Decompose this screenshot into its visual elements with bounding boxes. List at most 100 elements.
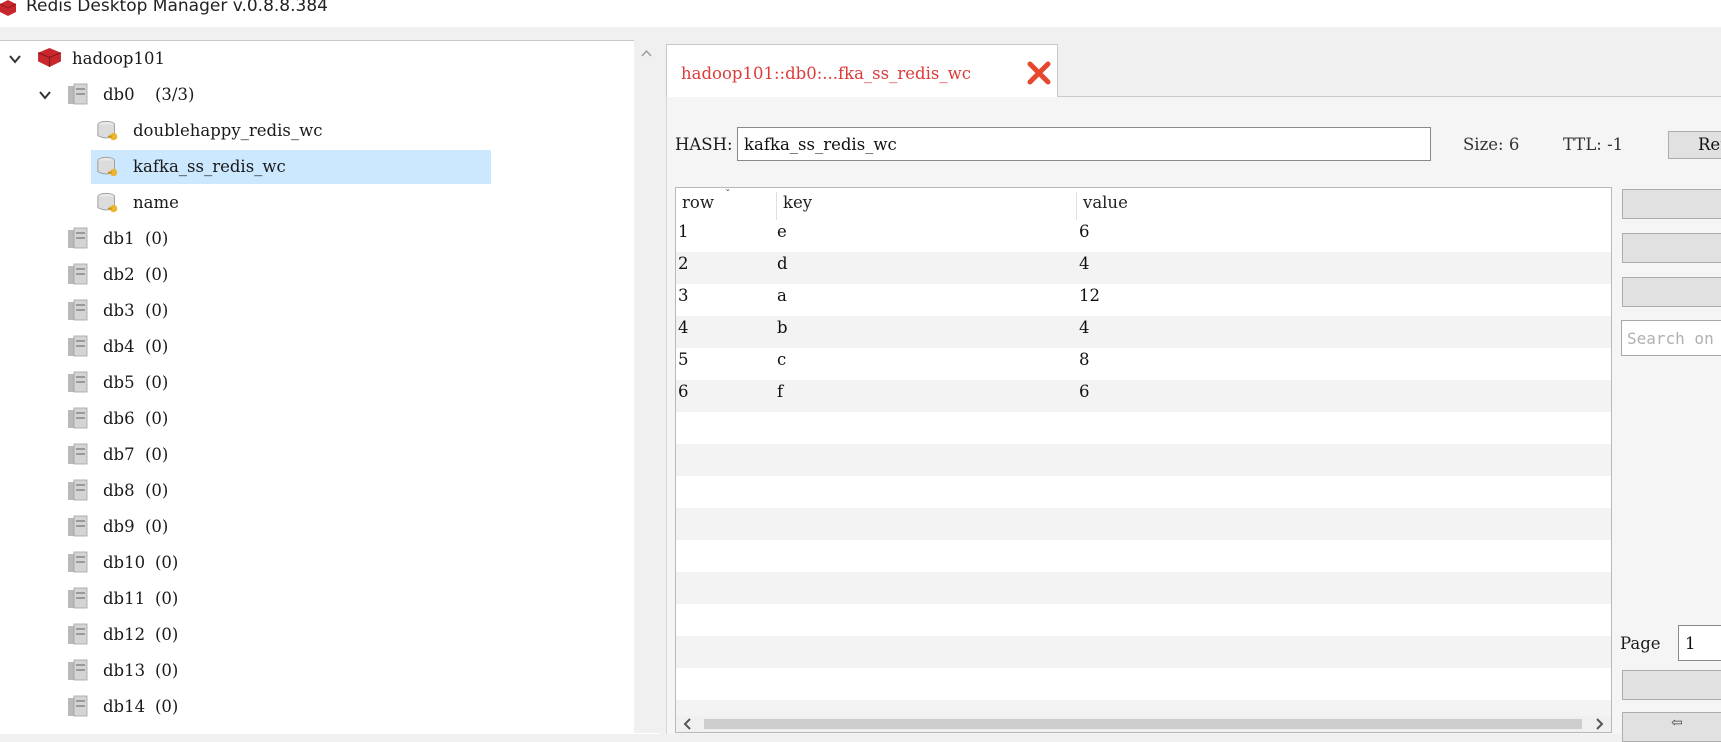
db-name: db8 xyxy=(103,481,135,500)
close-icon[interactable] xyxy=(1025,59,1053,87)
empty-table-row xyxy=(676,636,1611,668)
db-count: (0) xyxy=(145,481,169,500)
database-icon xyxy=(68,335,88,357)
table-horizontal-scrollbar[interactable] xyxy=(676,716,1611,732)
cell-value: 6 xyxy=(1079,382,1090,401)
tree-item-db11[interactable]: db11 (0) xyxy=(0,582,634,616)
tree-item-db12[interactable]: db12 (0) xyxy=(0,618,634,652)
page-field[interactable] xyxy=(1678,625,1721,661)
tree-item-connection[interactable]: hadoop101 xyxy=(0,42,634,76)
key-icon xyxy=(97,156,118,177)
database-icon xyxy=(68,407,88,429)
cell-row: 2 xyxy=(678,254,689,273)
table-row[interactable]: 6 f 6 xyxy=(676,380,1611,412)
db-count: (0) xyxy=(145,373,169,392)
db-count: (0) xyxy=(155,661,179,680)
db-count: (3/3) xyxy=(155,85,195,104)
db-count: (0) xyxy=(145,445,169,464)
sort-indicator-icon: ˇ xyxy=(725,188,731,201)
empty-table-row xyxy=(676,412,1611,444)
database-icon xyxy=(68,299,88,321)
next-page-button[interactable] xyxy=(1622,670,1721,700)
db-name: db10 xyxy=(103,553,146,572)
hash-table[interactable]: row ˇ key value 1 e 6 2 d 4 3 a 12 4 b 4 5 c 8 6 f 6 xyxy=(675,187,1612,733)
db-name: db9 xyxy=(103,517,135,536)
delete-row-button[interactable] xyxy=(1622,233,1721,263)
redis-server-icon xyxy=(37,47,62,68)
cell-key: d xyxy=(777,254,788,273)
tree-item-key[interactable]: name xyxy=(91,186,491,220)
tree-item-db9[interactable]: db9 (0) xyxy=(0,510,634,544)
database-icon xyxy=(68,443,88,465)
tree-item-db2[interactable]: db2 (0) xyxy=(0,258,634,292)
db-name: db2 xyxy=(103,265,135,284)
scroll-left-arrow-icon[interactable] xyxy=(682,718,694,730)
column-header-key[interactable]: key xyxy=(783,193,812,212)
table-row[interactable]: 1 e 6 xyxy=(676,220,1611,252)
cell-value: 12 xyxy=(1079,286,1100,305)
cell-key: e xyxy=(777,222,787,241)
tab-key-view[interactable]: hadoop101::db0:...fka_ss_redis_wc xyxy=(666,44,1058,97)
table-row[interactable]: 4 b 4 xyxy=(676,316,1611,348)
rename-button[interactable]: Ren xyxy=(1668,131,1721,159)
tree-item-db0[interactable]: db0 (3/3) xyxy=(0,78,634,112)
database-icon xyxy=(68,227,88,249)
empty-table-row xyxy=(676,668,1611,700)
empty-table-row xyxy=(676,604,1611,636)
tree-item-db7[interactable]: db7 (0) xyxy=(0,438,634,472)
cell-row: 4 xyxy=(678,318,689,337)
ttl-label: TTL: -1 xyxy=(1563,135,1624,154)
database-icon xyxy=(68,659,88,681)
db-name: db7 xyxy=(103,445,135,464)
column-header-value[interactable]: value xyxy=(1083,193,1128,212)
db-count: (0) xyxy=(145,337,169,356)
tree-item-db10[interactable]: db10 (0) xyxy=(0,546,634,580)
table-row[interactable]: 2 d 4 xyxy=(676,252,1611,284)
arrow-left-icon: ⇦ xyxy=(1671,715,1683,731)
database-icon xyxy=(68,551,88,573)
add-row-button[interactable] xyxy=(1622,189,1721,219)
db-count: (0) xyxy=(145,301,169,320)
db-count: (0) xyxy=(145,265,169,284)
chevron-down-icon[interactable] xyxy=(8,52,22,66)
database-icon xyxy=(68,263,88,285)
database-icon xyxy=(68,623,88,645)
scroll-right-arrow-icon[interactable] xyxy=(1593,718,1605,730)
key-name-field[interactable] xyxy=(737,127,1431,161)
db-name: db6 xyxy=(103,409,135,428)
column-header-row[interactable]: row xyxy=(682,193,714,212)
column-divider[interactable] xyxy=(1076,192,1077,220)
cell-value: 4 xyxy=(1079,254,1090,273)
key-icon xyxy=(97,192,118,213)
tree-item-db4[interactable]: db4 (0) xyxy=(0,330,634,364)
tree-item-db8[interactable]: db8 (0) xyxy=(0,474,634,508)
scroll-up-arrow-icon[interactable] xyxy=(641,48,652,59)
column-divider[interactable] xyxy=(776,192,777,220)
cell-row: 5 xyxy=(678,350,689,369)
chevron-down-icon[interactable] xyxy=(38,88,52,102)
tree-item-db3[interactable]: db3 (0) xyxy=(0,294,634,328)
cell-value: 8 xyxy=(1079,350,1090,369)
tree-item-db5[interactable]: db5 (0) xyxy=(0,366,634,400)
tree-item-db13[interactable]: db13 (0) xyxy=(0,654,634,688)
cell-key: f xyxy=(777,382,784,401)
tree-item-db14[interactable]: db14 (0) xyxy=(0,690,634,724)
cell-key: c xyxy=(777,350,787,369)
db-count: (0) xyxy=(155,625,179,644)
table-row[interactable]: 5 c 8 xyxy=(676,348,1611,380)
tree-scrollbar[interactable] xyxy=(634,40,660,733)
db-name: db11 xyxy=(103,589,146,608)
search-input[interactable] xyxy=(1621,320,1721,356)
table-row[interactable]: 3 a 12 xyxy=(676,284,1611,316)
db-name: db13 xyxy=(103,661,146,680)
database-icon xyxy=(68,83,88,105)
tree-item-db1[interactable]: db1 (0) xyxy=(0,222,634,256)
scrollbar-thumb[interactable] xyxy=(704,719,1582,729)
db-count: (0) xyxy=(155,697,179,716)
reload-button[interactable] xyxy=(1622,277,1721,307)
prev-page-button[interactable]: ⇦ xyxy=(1622,712,1721,742)
tree-item-key[interactable]: doublehappy_redis_wc xyxy=(91,114,491,148)
cell-value: 4 xyxy=(1079,318,1090,337)
tree-item-key-selected[interactable]: kafka_ss_redis_wc xyxy=(91,150,491,184)
tree-item-db6[interactable]: db6 (0) xyxy=(0,402,634,436)
